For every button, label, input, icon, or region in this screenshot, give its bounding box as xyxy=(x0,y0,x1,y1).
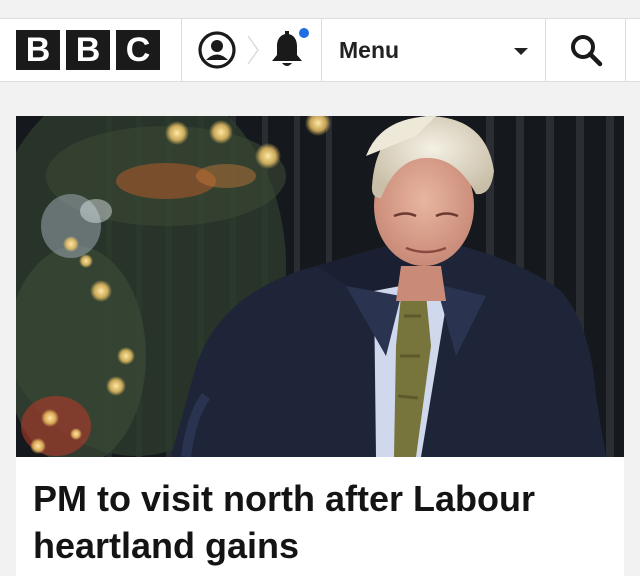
menu-label: Menu xyxy=(339,36,400,63)
menu-button[interactable]: Menu xyxy=(322,19,546,81)
logo-letter-b1: B xyxy=(16,30,60,70)
bbc-navbar: B B C Menu xyxy=(0,18,640,82)
top-strip xyxy=(0,0,640,18)
search-button[interactable] xyxy=(546,19,626,81)
logo-letter-b2: B xyxy=(66,30,110,70)
story-image[interactable] xyxy=(16,116,624,457)
notifications-button[interactable] xyxy=(252,19,322,81)
top-story-card[interactable]: PM to visit north after Labour heartland… xyxy=(16,116,624,576)
account-icon xyxy=(198,31,236,69)
story-photo-illustration xyxy=(16,116,624,457)
story-headline[interactable]: PM to visit north after Labour heartland… xyxy=(33,475,613,569)
notification-dot xyxy=(299,28,309,38)
chevron-down-icon xyxy=(514,48,528,55)
search-icon xyxy=(570,35,602,67)
logo-letter-c: C xyxy=(116,30,160,70)
bbc-logo[interactable]: B B C xyxy=(0,19,182,81)
account-button[interactable] xyxy=(182,19,252,81)
